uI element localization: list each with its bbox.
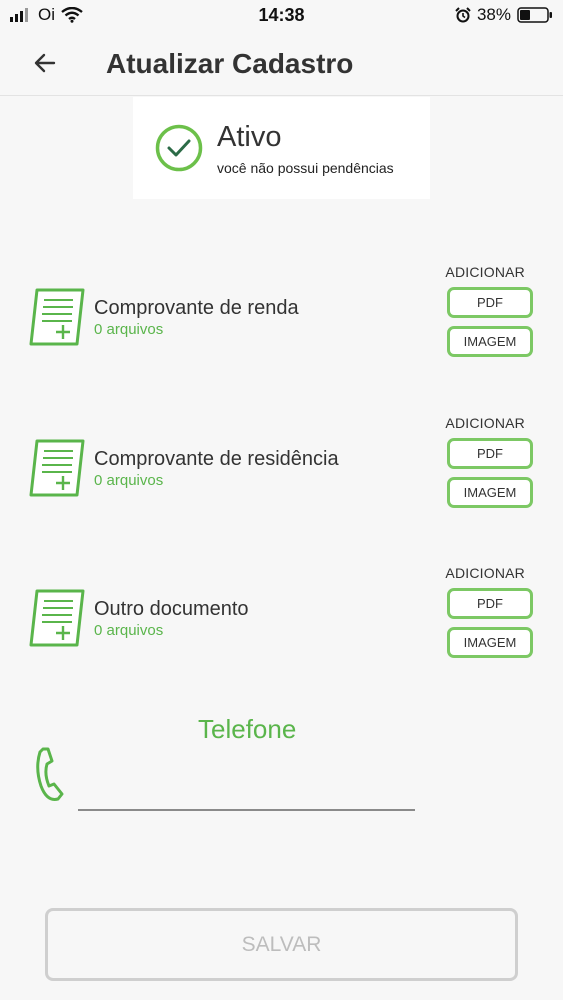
phone-icon <box>36 747 64 801</box>
document-count: 0 arquivos <box>94 622 164 639</box>
alarm-icon <box>455 7 471 23</box>
phone-input[interactable] <box>78 770 415 811</box>
save-button[interactable]: SALVAR <box>45 908 518 981</box>
add-label: ADICIONAR <box>445 415 525 431</box>
add-label: ADICIONAR <box>445 264 525 280</box>
page-title: Atualizar Cadastro <box>106 48 354 79</box>
check-circle-icon <box>155 124 203 172</box>
add-document-icon <box>29 589 85 647</box>
document-name: Comprovante de residência <box>94 448 339 470</box>
document-name: Outro documento <box>94 598 249 620</box>
status-title: Ativo <box>217 121 282 153</box>
document-count: 0 arquivos <box>94 472 164 489</box>
document-count: 0 arquivos <box>94 321 164 338</box>
status-card: Ativo você não possui pendências <box>133 97 430 199</box>
back-button[interactable] <box>28 46 62 80</box>
document-row-residence: Comprovante de residência 0 arquivos ADI… <box>0 413 563 513</box>
document-row-income: Comprovante de renda 0 arquivos ADICIONA… <box>0 262 563 362</box>
add-pdf-button[interactable]: PDF <box>447 438 533 469</box>
add-label: ADICIONAR <box>445 565 525 581</box>
add-pdf-button[interactable]: PDF <box>447 588 533 619</box>
status-bar: Oi 14:38 38% <box>0 0 563 30</box>
battery-icon <box>517 7 552 23</box>
add-image-button[interactable]: IMAGEM <box>447 627 533 658</box>
app-header: Atualizar Cadastro <box>0 30 563 96</box>
add-image-button[interactable]: IMAGEM <box>447 326 533 357</box>
status-subtitle: você não possui pendências <box>217 160 394 176</box>
status-bar-right: 38% <box>455 5 553 25</box>
document-row-other: Outro documento 0 arquivos ADICIONAR PDF… <box>0 563 563 663</box>
arrow-left-icon <box>34 53 56 73</box>
add-document-icon <box>29 288 85 346</box>
phone-label: Telefone <box>198 714 297 744</box>
add-pdf-button[interactable]: PDF <box>447 287 533 318</box>
document-name: Comprovante de renda <box>94 297 299 319</box>
battery-percent: 38% <box>476 5 511 24</box>
add-image-button[interactable]: IMAGEM <box>447 477 533 508</box>
add-document-icon <box>29 439 85 497</box>
